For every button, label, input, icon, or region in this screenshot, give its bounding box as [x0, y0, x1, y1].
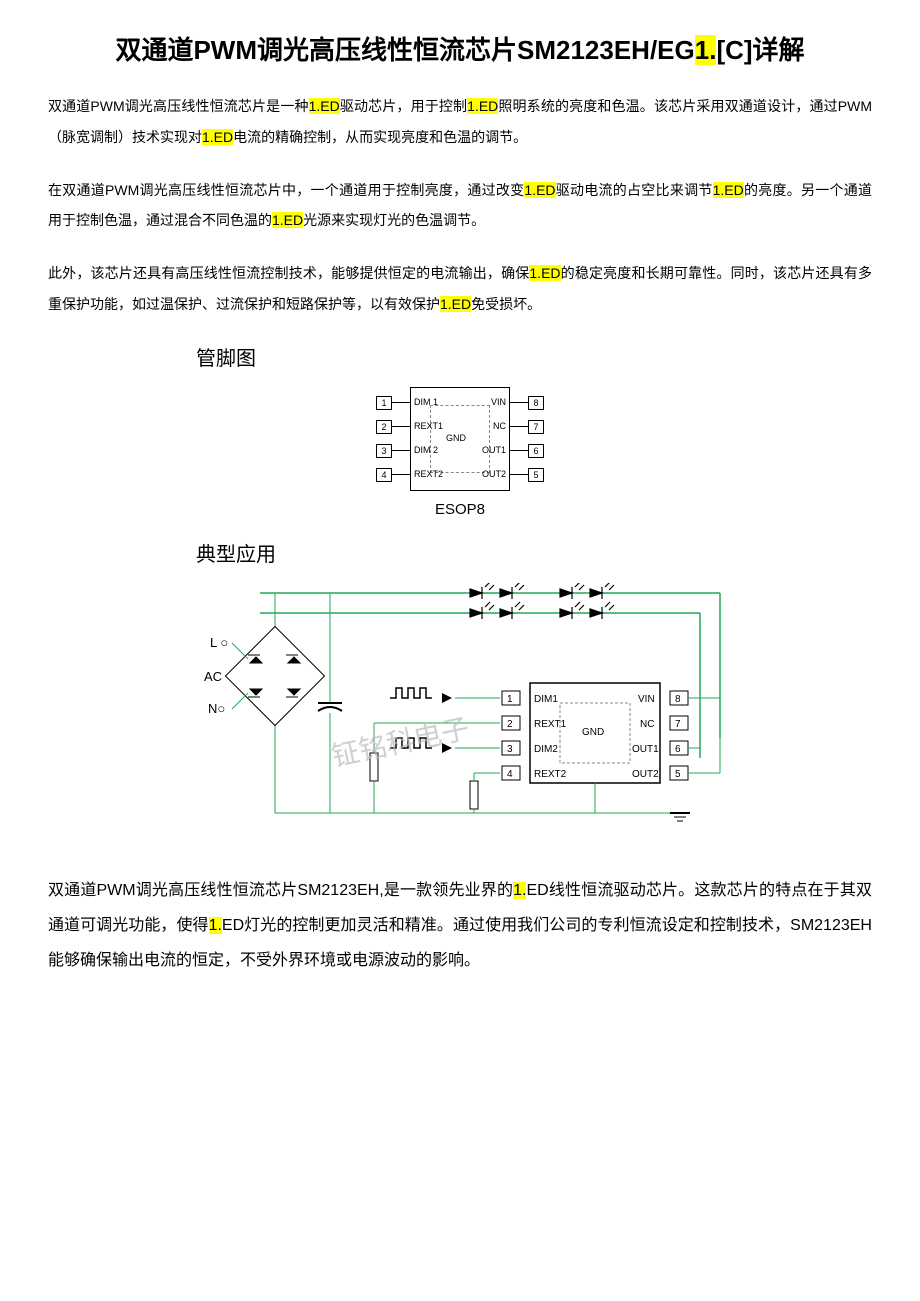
pin-diagram: GND 1 DIM 1 VIN 8 2 REXT1 NC 7 3 DIM 2 O… — [330, 387, 590, 518]
paragraph-1: 双通道PWM调光高压线性恒流芯片是一种1.ED驱动芯片，用于控制1.ED照明系统… — [48, 91, 872, 153]
pin-num: 2 — [376, 420, 392, 434]
ac-l-label: L ○ — [210, 635, 228, 650]
pin-num: 7 — [528, 420, 544, 434]
svg-text:NC: NC — [640, 719, 654, 730]
svg-text:7: 7 — [675, 719, 681, 730]
title-pre: 双通道PWM调光高压线性恒流芯片SM2123EH/EG — [115, 35, 694, 65]
svg-text:2: 2 — [507, 719, 513, 730]
pin-num: 3 — [376, 444, 392, 458]
pin-label: OUT2 — [482, 469, 506, 479]
pin-label: REXT2 — [414, 469, 443, 479]
pin-num: 4 — [376, 468, 392, 482]
pin-label: NC — [493, 421, 506, 431]
section-pinout: 管脚图 — [196, 342, 872, 371]
hl-text: 1.ED — [524, 182, 555, 198]
hl-text: 1. — [513, 882, 526, 899]
pin-label: REXT1 — [414, 421, 443, 431]
svg-text:DIM2: DIM2 — [534, 744, 558, 755]
ac-n-label: N○ — [208, 701, 225, 716]
hl-text: 1.ED — [202, 129, 233, 145]
svg-text:8: 8 — [675, 694, 681, 705]
circuit-diagram: L ○ AC N○ — [190, 583, 730, 833]
paragraph-2: 在双通道PWM调光高压线性恒流芯片中，一个通道用于控制亮度，通过改变1.ED驱动… — [48, 175, 872, 237]
svg-text:3: 3 — [507, 744, 513, 755]
svg-text:OUT1: OUT1 — [632, 744, 659, 755]
paragraph-4: 双通道PWM调光高压线性恒流芯片SM2123EH,是一款领先业界的1.ED线性恒… — [48, 873, 872, 979]
svg-text:6: 6 — [675, 744, 681, 755]
pin-label: DIM 2 — [414, 445, 438, 455]
hl-text: 1.ED — [713, 182, 744, 198]
hl-text: 1.ED — [529, 265, 560, 281]
pin-label: OUT1 — [482, 445, 506, 455]
svg-text:OUT2: OUT2 — [632, 769, 659, 780]
svg-text:REXT2: REXT2 — [534, 769, 567, 780]
hl-text: 1. — [209, 917, 222, 934]
svg-text:VIN: VIN — [638, 694, 655, 705]
pin-num: 1 — [376, 396, 392, 410]
hl-text: 1.ED — [272, 212, 303, 228]
circuit-svg-icon: L ○ AC N○ — [190, 583, 730, 833]
svg-text:DIM1: DIM1 — [534, 694, 558, 705]
svg-text:GND: GND — [582, 727, 604, 738]
pin-label: DIM 1 — [414, 397, 438, 407]
pin-num: 5 — [528, 468, 544, 482]
svg-text:5: 5 — [675, 769, 681, 780]
svg-text:REXT1: REXT1 — [534, 719, 567, 730]
page-title: 双通道PWM调光高压线性恒流芯片SM2123EH/EG1.[C]详解 — [48, 30, 872, 67]
title-hl: 1. — [695, 35, 717, 65]
svg-text:4: 4 — [507, 769, 513, 780]
section-typical: 典型应用 — [196, 538, 872, 567]
hl-text: 1.ED — [440, 296, 471, 312]
hl-text: 1.ED — [309, 98, 340, 114]
pin-num: 6 — [528, 444, 544, 458]
title-post: [C]详解 — [716, 35, 804, 65]
svg-text:1: 1 — [507, 694, 513, 705]
esop-label: ESOP8 — [330, 501, 590, 518]
pin-num: 8 — [528, 396, 544, 410]
hl-text: 1.ED — [467, 98, 498, 114]
paragraph-3: 此外，该芯片还具有高压线性恒流控制技术，能够提供恒定的电流输出，确保1.ED的稳… — [48, 258, 872, 320]
ac-label: AC — [204, 669, 222, 684]
pin-label: VIN — [491, 397, 506, 407]
